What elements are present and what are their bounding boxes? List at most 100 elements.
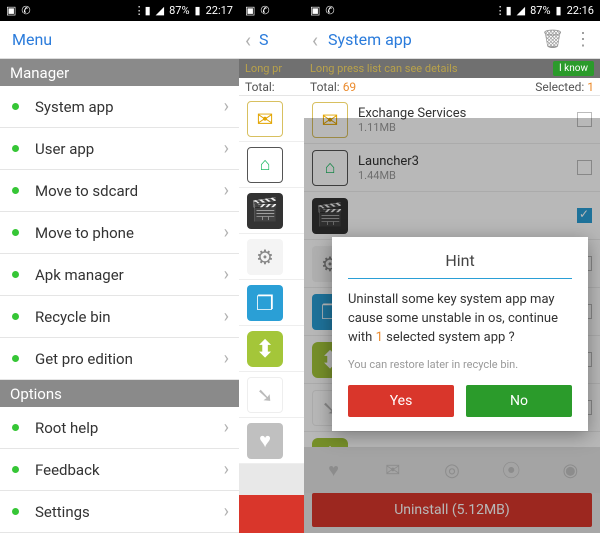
trash-icon[interactable]: 🗑: [541, 29, 564, 50]
menu-label: Root help: [35, 419, 224, 437]
film-icon: 🎬: [247, 193, 283, 229]
yes-button[interactable]: Yes: [348, 385, 454, 417]
bullet-icon: [12, 187, 19, 194]
home-icon: ⌂: [247, 147, 283, 183]
selected-count: 1: [587, 80, 594, 94]
camera-icon: ▣: [6, 4, 16, 17]
menu-label: Move to phone: [35, 224, 224, 242]
menu-move-sdcard[interactable]: Move to sdcard ›: [0, 170, 239, 212]
rss-icon: ➘: [247, 377, 283, 413]
dialog-subtext: You can restore later in recycle bin.: [348, 358, 572, 371]
total-label: Total:: [310, 80, 340, 94]
camera-icon: ▣: [245, 4, 255, 17]
wifi-icon: ⋮▮: [134, 4, 151, 17]
battery-icon: ▮: [556, 4, 562, 17]
chevron-right-icon: ›: [224, 96, 229, 117]
dialog-body: Uninstall some key system app may cause …: [348, 291, 572, 348]
list-item[interactable]: ♥: [239, 418, 304, 464]
list-item[interactable]: ➘: [239, 372, 304, 418]
bullet-icon: [12, 103, 19, 110]
app-header: ‹ System app 🗑 ⋮: [304, 21, 600, 59]
menu-system-app[interactable]: System app ›: [0, 86, 239, 128]
mail-icon: ✉: [247, 101, 283, 137]
section-options: Options: [0, 380, 239, 407]
menu-label: Settings: [35, 503, 224, 521]
menu-move-phone[interactable]: Move to phone ›: [0, 212, 239, 254]
section-manager: Manager: [0, 59, 239, 86]
totals-row: Total: 69 Selected: 1: [304, 78, 600, 96]
menu-label: Move to sdcard: [35, 182, 224, 200]
phone-icon: ✆: [21, 4, 30, 17]
bullet-icon: [12, 271, 19, 278]
menu-root-help[interactable]: Root help ›: [0, 407, 239, 449]
clock: 22:17: [206, 4, 233, 17]
bullet-icon: [12, 229, 19, 236]
iknow-button[interactable]: I know: [553, 61, 594, 76]
screen-system-app-uninstall: ▣ ✆ ⋮▮ ◢ 87% ▮ 22:16 ‹ System app 🗑 ⋮ Lo…: [304, 0, 600, 533]
chevron-right-icon: ›: [224, 180, 229, 201]
hint-text: Long press list can see details: [310, 62, 458, 75]
camera-icon: ▣: [310, 4, 320, 17]
chevron-right-icon: ›: [224, 306, 229, 327]
hint-dialog: Hint Uninstall some key system app may c…: [332, 237, 588, 431]
page-title: S: [259, 30, 269, 49]
gear-icon: ⚙: [247, 239, 283, 275]
totals-row: Total:: [239, 78, 304, 96]
list-item[interactable]: 🎬: [239, 188, 304, 234]
list-item[interactable]: ⬍: [239, 326, 304, 372]
uninstall-button[interactable]: [239, 495, 304, 533]
page-title: System app: [328, 30, 531, 49]
menu-apk-manager[interactable]: Apk manager ›: [0, 254, 239, 296]
screen-menu: ▣ ✆ ⋮▮ ◢ 87% ▮ 22:17 Menu Manager System…: [0, 0, 239, 533]
chevron-right-icon: ›: [224, 417, 229, 438]
divider: [348, 278, 572, 279]
hint-strip: Long press list can see details I know: [304, 59, 600, 78]
bullet-icon: [12, 145, 19, 152]
chevron-right-icon: ›: [224, 459, 229, 480]
phone-icon: ✆: [260, 4, 269, 17]
bullet-icon: [12, 355, 19, 362]
chevron-right-icon: ›: [224, 501, 229, 522]
list-item[interactable]: ❐: [239, 280, 304, 326]
back-button[interactable]: ‹: [312, 28, 318, 52]
android-icon: ⬍: [247, 331, 283, 367]
menu-label: Get pro edition: [35, 350, 224, 368]
chevron-right-icon: ›: [224, 138, 229, 159]
menu-label: User app: [35, 140, 224, 158]
chevron-right-icon: ›: [224, 348, 229, 369]
status-bar: ▣ ✆ ⋮▮ ◢ 87% ▮ 22:16: [304, 0, 600, 21]
menu-title: Menu: [0, 21, 239, 59]
phone-icon: ✆: [325, 4, 334, 17]
status-bar: ▣ ✆ ⋮▮ ◢ 87% ▮ 22:17: [0, 0, 239, 21]
signal-icon: ◢: [517, 4, 525, 17]
menu-label: Apk manager: [35, 266, 224, 284]
no-button[interactable]: No: [466, 385, 572, 417]
back-button[interactable]: ‹: [245, 28, 251, 52]
bullet-icon: [12, 424, 19, 431]
wifi-icon: ⋮▮: [495, 4, 512, 17]
overflow-menu-icon[interactable]: ⋮: [574, 29, 592, 50]
selected-label: Selected:: [535, 80, 584, 94]
menu-label: Recycle bin: [35, 308, 224, 326]
dialog-title: Hint: [348, 251, 572, 270]
docs-icon: ❐: [247, 285, 283, 321]
menu-feedback[interactable]: Feedback ›: [0, 449, 239, 491]
menu-pro-edition[interactable]: Get pro edition ›: [0, 338, 239, 380]
battery-icon: ▮: [195, 4, 201, 17]
chevron-right-icon: ›: [224, 222, 229, 243]
list-item[interactable]: ✉: [239, 96, 304, 142]
total-count: 69: [343, 80, 357, 94]
screen-app-list-partial: ▣ ✆ ‹ S Long pr Total: ✉ ⌂ 🎬 ⚙ ❐ ⬍ ➘ ♥: [239, 0, 304, 533]
menu-user-app[interactable]: User app ›: [0, 128, 239, 170]
hint-strip: Long pr: [239, 59, 304, 78]
heart-icon: ♥: [247, 423, 283, 459]
menu-label: Feedback: [35, 461, 224, 479]
list-item[interactable]: ⌂: [239, 142, 304, 188]
signal-icon: ◢: [156, 4, 164, 17]
menu-settings[interactable]: Settings ›: [0, 491, 239, 533]
menu-label: System app: [35, 98, 224, 116]
battery-pct: 87%: [169, 4, 189, 17]
battery-pct: 87%: [530, 4, 550, 17]
menu-recycle-bin[interactable]: Recycle bin ›: [0, 296, 239, 338]
list-item[interactable]: ⚙: [239, 234, 304, 280]
